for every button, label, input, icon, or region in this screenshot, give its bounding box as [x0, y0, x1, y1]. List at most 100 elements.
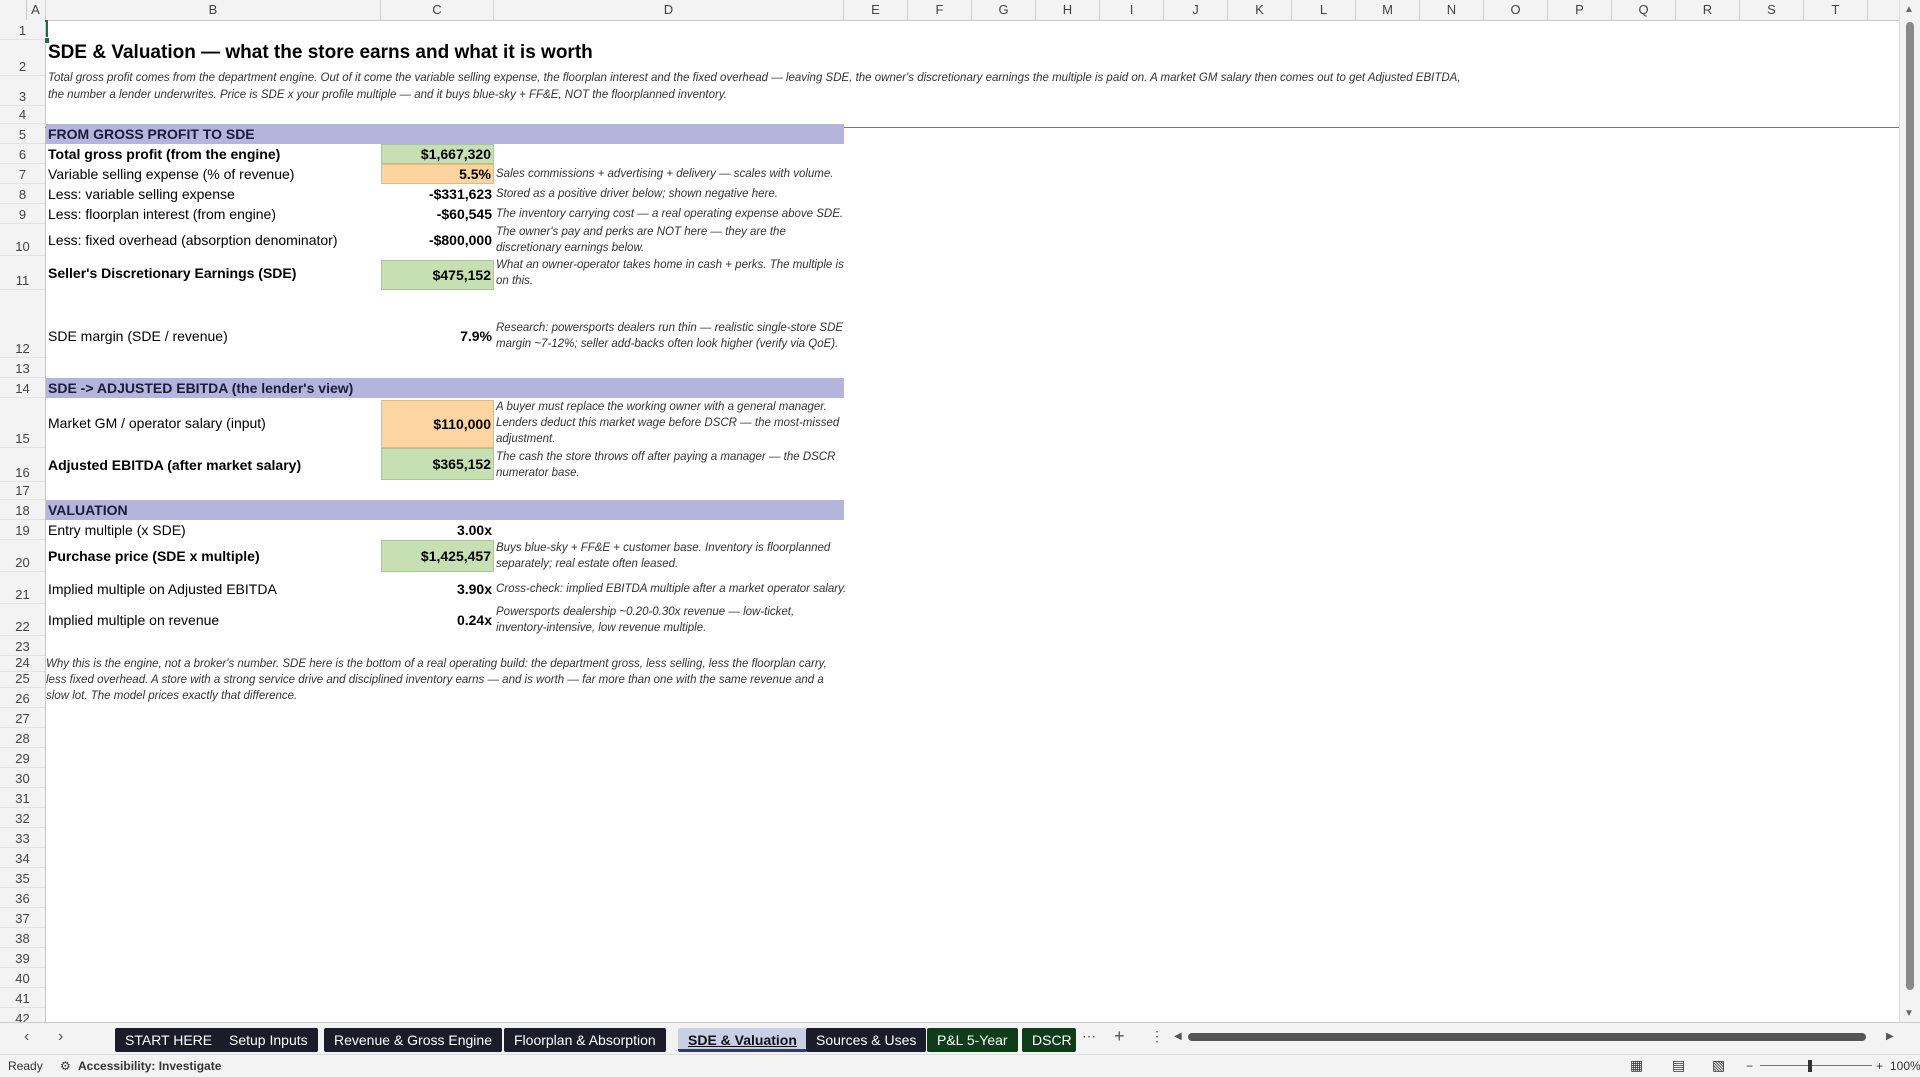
row-header[interactable]: 20	[0, 540, 45, 572]
row-header[interactable]: 10	[0, 224, 45, 256]
zoom-slider[interactable]	[1760, 1065, 1872, 1066]
scroll-down-icon[interactable]: ▼	[1904, 1008, 1914, 1019]
row-header[interactable]: 25	[0, 671, 45, 688]
col-header-e[interactable]: E	[844, 0, 908, 20]
row-label-total-gross-profit[interactable]: Total gross profit (from the engine)	[46, 144, 381, 164]
zoom-level[interactable]: 100%	[1890, 1059, 1920, 1073]
row-label-sde[interactable]: Seller's Discretionary Earnings (SDE)	[46, 256, 381, 290]
worksheet-grid[interactable]: SDE & Valuation — what the store earns a…	[45, 20, 1900, 1022]
row-label-purchase-price[interactable]: Purchase price (SDE x multiple)	[46, 540, 381, 572]
row-header[interactable]: 27	[0, 708, 45, 728]
row-header[interactable]: 37	[0, 908, 45, 928]
col-header-q[interactable]: Q	[1612, 0, 1676, 20]
row-header[interactable]: 14	[0, 378, 45, 398]
row-header[interactable]: 35	[0, 868, 45, 888]
tab-floorplan-absorption[interactable]: Floorplan & Absorption	[504, 1028, 666, 1052]
row-header[interactable]: 2	[0, 40, 45, 76]
accessibility-icon[interactable]: ⚙	[60, 1059, 71, 1073]
tab-sde-valuation[interactable]: SDE & Valuation	[678, 1028, 807, 1052]
row-header[interactable]: 8	[0, 184, 45, 204]
row-header[interactable]: 9	[0, 204, 45, 224]
row-header[interactable]: 42	[0, 1008, 45, 1022]
normal-view-icon[interactable]: ▦	[1630, 1057, 1643, 1074]
col-header-a[interactable]: A	[26, 0, 46, 20]
value-fixed-overhead[interactable]: -$800,000	[381, 224, 494, 256]
active-cell-selection[interactable]	[45, 20, 50, 44]
tab-setup-inputs[interactable]: Setup Inputs	[219, 1028, 318, 1052]
accessibility-status[interactable]: Accessibility: Investigate	[78, 1059, 221, 1073]
scroll-up-icon[interactable]: ▲	[1904, 4, 1914, 15]
row-label-variable-selling-expense[interactable]: Less: variable selling expense	[46, 184, 381, 204]
value-sde[interactable]: $475,152	[381, 260, 494, 290]
col-header-n[interactable]: N	[1420, 0, 1484, 20]
row-header[interactable]: 38	[0, 928, 45, 948]
row-header[interactable]: 21	[0, 572, 45, 604]
row-header[interactable]: 19	[0, 520, 45, 540]
value-implied-revenue-multiple[interactable]: 0.24x	[381, 604, 494, 636]
value-adjusted-ebitda[interactable]: $365,152	[381, 448, 494, 480]
row-header[interactable]: 11	[0, 256, 45, 290]
row-label-sde-margin[interactable]: SDE margin (SDE / revenue)	[46, 316, 381, 356]
row-header[interactable]: 34	[0, 848, 45, 868]
input-market-gm-salary[interactable]: $110,000	[381, 400, 494, 448]
col-header-r[interactable]: R	[1676, 0, 1740, 20]
col-header-k[interactable]: K	[1228, 0, 1292, 20]
col-header-t[interactable]: T	[1804, 0, 1868, 20]
row-header[interactable]: 33	[0, 828, 45, 848]
page-break-view-icon[interactable]: ▧	[1712, 1057, 1725, 1074]
value-sde-margin[interactable]: 7.9%	[381, 316, 494, 356]
row-header[interactable]: 4	[0, 106, 45, 124]
row-header[interactable]: 31	[0, 788, 45, 808]
col-header-f[interactable]: F	[908, 0, 972, 20]
page-layout-view-icon[interactable]: ▤	[1672, 1057, 1685, 1074]
value-variable-selling-expense[interactable]: -$331,623	[381, 184, 494, 204]
select-all-corner[interactable]	[0, 0, 27, 20]
row-header[interactable]: 6	[0, 144, 45, 164]
row-header[interactable]: 36	[0, 888, 45, 908]
row-label-adjusted-ebitda[interactable]: Adjusted EBITDA (after market salary)	[46, 448, 381, 482]
row-header[interactable]: 30	[0, 768, 45, 788]
col-header-l[interactable]: L	[1292, 0, 1356, 20]
tab-pl-5-year[interactable]: P&L 5-Year	[927, 1028, 1018, 1052]
tab-dscr[interactable]: DSCR &	[1022, 1028, 1076, 1052]
row-label-fixed-overhead[interactable]: Less: fixed overhead (absorption denomin…	[46, 224, 381, 256]
col-header-s[interactable]: S	[1740, 0, 1804, 20]
row-header[interactable]: 41	[0, 988, 45, 1008]
zoom-slider-thumb[interactable]	[1808, 1060, 1812, 1072]
tab-scroll-right-icon[interactable]: ›	[58, 1028, 63, 1046]
more-tabs-icon[interactable]: ⋯	[1082, 1028, 1096, 1045]
row-header[interactable]: 15	[0, 398, 45, 448]
add-sheet-icon[interactable]: +	[1114, 1026, 1125, 1047]
row-header[interactable]: 12	[0, 290, 45, 358]
row-label-implied-revenue-multiple[interactable]: Implied multiple on revenue	[46, 604, 381, 636]
row-label-variable-selling-pct[interactable]: Variable selling expense (% of revenue)	[46, 164, 381, 184]
row-header[interactable]: 23	[0, 636, 45, 656]
row-header[interactable]: 17	[0, 482, 45, 500]
col-header-c[interactable]: C	[381, 0, 494, 20]
col-header-h[interactable]: H	[1036, 0, 1100, 20]
vertical-scroll-thumb[interactable]	[1906, 22, 1914, 990]
row-header[interactable]: 39	[0, 948, 45, 968]
value-purchase-price[interactable]: $1,425,457	[381, 540, 494, 572]
row-header[interactable]: 1	[0, 20, 45, 40]
value-total-gross-profit[interactable]: $1,667,320	[381, 144, 494, 164]
row-header[interactable]: 5	[0, 124, 45, 144]
col-header-m[interactable]: M	[1356, 0, 1420, 20]
horizontal-scroll-thumb[interactable]	[1188, 1033, 1866, 1041]
col-header-p[interactable]: P	[1548, 0, 1612, 20]
row-label-market-gm-salary[interactable]: Market GM / operator salary (input)	[46, 398, 381, 448]
input-variable-selling-pct[interactable]: 5.5%	[381, 164, 494, 184]
value-entry-multiple[interactable]: 3.00x	[381, 520, 494, 540]
row-label-floorplan-interest[interactable]: Less: floorplan interest (from engine)	[46, 204, 381, 224]
horizontal-scrollbar[interactable]	[1176, 1031, 1888, 1041]
row-header[interactable]: 32	[0, 808, 45, 828]
row-header[interactable]: 28	[0, 728, 45, 748]
value-implied-ebitda-multiple[interactable]: 3.90x	[381, 578, 494, 600]
col-header-o[interactable]: O	[1484, 0, 1548, 20]
row-header[interactable]: 7	[0, 164, 45, 184]
col-header-j[interactable]: J	[1164, 0, 1228, 20]
tab-scroll-left-icon[interactable]: ‹	[24, 1028, 29, 1046]
col-header-d[interactable]: D	[494, 0, 844, 20]
tab-sources-uses[interactable]: Sources & Uses	[806, 1028, 927, 1052]
col-header-g[interactable]: G	[972, 0, 1036, 20]
